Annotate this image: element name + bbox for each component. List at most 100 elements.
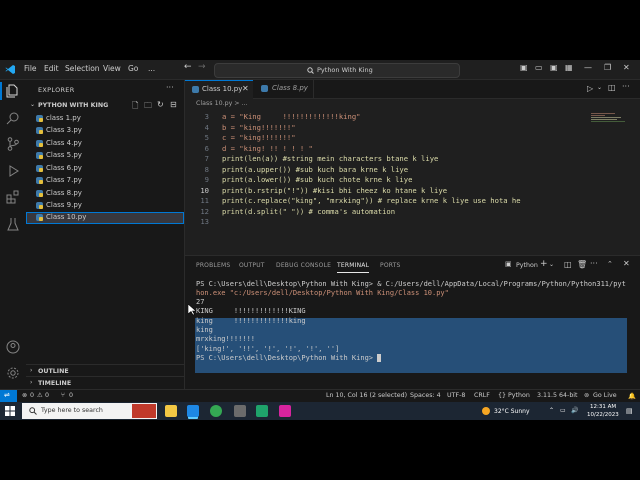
cursor-position[interactable]: Ln 10, Col 16 (2 selected) (326, 392, 407, 399)
tab-output[interactable]: OUTPUT (239, 262, 265, 269)
terminal-shell-label[interactable]: Python (516, 262, 538, 269)
maximize-panel-icon[interactable]: ⌃ (607, 260, 613, 268)
folder-header[interactable]: ⌄ PYTHON WITH KING 🗋 🗀 ↻ ⊟ (26, 100, 184, 112)
volume-icon[interactable]: 🔊 (571, 407, 578, 414)
tab-class-8[interactable]: Class 8.py (253, 80, 314, 98)
battery-icon[interactable]: ▭ (560, 407, 566, 414)
customize-layout-icon[interactable]: ▦ (565, 63, 573, 72)
file-item[interactable]: Class 4.py (26, 138, 184, 150)
editor-tabs: Class 10.py ✕ Class 8.py ▷ ⌄ ◫ ··· (185, 80, 640, 99)
restore-icon[interactable]: ❐ (604, 63, 611, 72)
editor-more-icon[interactable]: ··· (622, 82, 630, 91)
chrome-icon[interactable] (210, 405, 222, 417)
taskbar-time[interactable]: 12:31 AM (590, 404, 616, 410)
language-mode[interactable]: Python (508, 392, 530, 399)
new-folder-icon[interactable]: 🗀 (144, 100, 152, 114)
encoding[interactable]: UTF-8 (447, 392, 465, 399)
file-name: Class 9.py (46, 201, 82, 209)
python-interpreter[interactable]: 3.11.5 64-bit (537, 392, 578, 399)
search-icon (307, 67, 314, 74)
run-python-file-icon[interactable]: ▷ (587, 84, 593, 93)
ports-count[interactable]: 0 (69, 392, 73, 399)
vscode-taskbar-icon[interactable] (187, 405, 199, 417)
file-item[interactable]: Class 3.py (26, 125, 184, 137)
search-icon[interactable] (6, 111, 20, 125)
tab-ports[interactable]: PORTS (380, 262, 401, 269)
menu-view[interactable]: View (103, 64, 121, 73)
notification-center-icon[interactable]: ▤ (626, 407, 633, 415)
line-ending[interactable]: CRLF (474, 392, 490, 399)
file-item[interactable]: Class 7.py (26, 175, 184, 187)
file-item-active[interactable]: Class 10.py (26, 212, 184, 224)
terminal-line: king !!!!!!!!!!!!!king (196, 317, 306, 325)
settings-gear-icon[interactable] (6, 366, 20, 380)
back-arrow-icon[interactable]: ← (184, 62, 192, 72)
line-number: 12 (200, 206, 209, 216)
line-number: 7 (204, 154, 209, 163)
file-item[interactable]: Class 9.py (26, 200, 184, 212)
menu-go[interactable]: Go (128, 64, 138, 73)
split-terminal-icon[interactable]: ◫ (564, 260, 572, 269)
menu-file[interactable]: File (24, 64, 37, 73)
forward-arrow-icon[interactable]: → (198, 62, 206, 72)
minimize-icon[interactable]: — (584, 63, 592, 72)
python-file-icon (36, 115, 43, 122)
title-bar: File Edit Selection View Go ... ← → Pyth… (0, 60, 640, 80)
menu-edit[interactable]: Edit (44, 64, 59, 73)
error-count[interactable]: 0 (30, 392, 34, 399)
refresh-icon[interactable]: ↻ (157, 100, 164, 109)
windows-start-icon[interactable] (5, 406, 15, 416)
run-dropdown-icon[interactable]: ⌄ (597, 84, 602, 91)
close-tab-icon[interactable]: ✕ (242, 84, 249, 93)
instagram-icon[interactable] (279, 405, 291, 417)
file-name: class 1.py (46, 114, 81, 122)
weather-text[interactable]: 32°C Sunny (494, 408, 530, 415)
extensions-icon[interactable] (6, 190, 20, 204)
file-item[interactable]: Class 5.py (26, 150, 184, 162)
file-explorer-icon[interactable] (165, 405, 177, 417)
app-icon[interactable] (256, 405, 268, 417)
terminal-dropdown-icon[interactable]: ⌄ (549, 261, 554, 268)
collapse-all-icon[interactable]: ⊟ (170, 100, 177, 109)
terminal-line: ['king!', '!!', '!', '!', '!', ''] (196, 345, 340, 353)
minimap[interactable] (591, 112, 627, 126)
split-editor-icon[interactable]: ◫ (608, 83, 616, 92)
tab-problems[interactable]: PROBLEMS (196, 262, 230, 269)
terminal-line[interactable]: PS C:\Users\dell\Desktop\Python With Kin… (196, 354, 377, 362)
file-item[interactable]: class 1.py (26, 113, 184, 125)
close-panel-icon[interactable]: ✕ (623, 259, 630, 268)
kill-terminal-icon[interactable]: 🗑 (577, 260, 587, 269)
testing-icon[interactable] (6, 217, 20, 231)
toggle-secondary-sidebar-icon[interactable]: ▣ (550, 63, 558, 72)
tab-class-10[interactable]: Class 10.py ✕ (185, 80, 253, 99)
close-window-icon[interactable]: ✕ (623, 63, 630, 72)
toggle-sidebar-icon[interactable]: ▣ (520, 63, 528, 72)
snipping-tool-icon[interactable] (234, 405, 246, 417)
tab-terminal[interactable]: TERMINAL (337, 262, 370, 273)
tray-chevron-icon[interactable]: ⌃ (549, 407, 554, 414)
command-center-search[interactable]: Python With King (214, 63, 460, 78)
file-item[interactable]: Class 6.py (26, 163, 184, 175)
new-file-icon[interactable]: 🗋 (132, 100, 138, 114)
go-live-button[interactable]: Go Live (593, 392, 617, 399)
warning-count[interactable]: 0 (45, 392, 49, 399)
menu-selection[interactable]: Selection (65, 64, 100, 73)
timeline-section[interactable]: › TIMELINE (26, 376, 184, 389)
taskbar-search-box[interactable]: Type here to search (22, 403, 157, 419)
menu-more[interactable]: ... (148, 64, 155, 73)
file-item[interactable]: Class 8.py (26, 188, 184, 200)
code-editor[interactable]: 3 4 5 6 7 8 9 10 11 12 13 a = "King !!!!… (185, 110, 640, 255)
account-icon[interactable] (6, 340, 20, 354)
panel-more-icon[interactable]: ··· (590, 259, 598, 268)
breadcrumb[interactable]: Class 10.py > ... (196, 100, 248, 107)
new-terminal-icon[interactable]: + (540, 259, 548, 269)
more-actions-icon[interactable]: ··· (166, 83, 174, 92)
source-control-icon[interactable] (6, 137, 20, 151)
notifications-icon[interactable]: 🔔 (628, 392, 636, 400)
explorer-icon[interactable] (6, 84, 20, 98)
run-debug-icon[interactable] (6, 164, 20, 178)
taskbar-date[interactable]: 10/22/2023 (587, 412, 619, 418)
tab-debug-console[interactable]: DEBUG CONSOLE (276, 262, 331, 269)
indentation[interactable]: Spaces: 4 (410, 392, 441, 399)
toggle-panel-icon[interactable]: ▭ (535, 63, 543, 72)
